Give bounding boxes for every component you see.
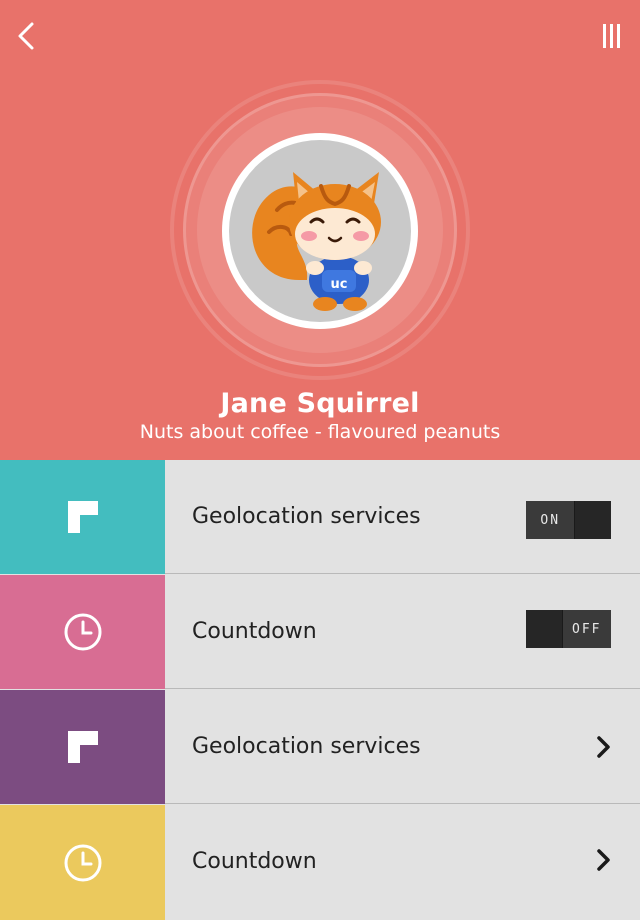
tile-countdown: [0, 805, 165, 920]
tile-countdown: [0, 575, 165, 689]
settings-row-countdown-toggle[interactable]: Countdown OFF: [0, 575, 640, 689]
clock-icon: [64, 844, 101, 881]
row-label: Countdown: [192, 619, 317, 644]
row-label: Geolocation services: [192, 504, 421, 529]
avatar[interactable]: uc: [222, 133, 418, 329]
menu-button[interactable]: [600, 22, 624, 50]
avatar-image: uc: [229, 140, 411, 322]
toggle-knob: [575, 501, 611, 539]
squirrel-mascot-icon: uc: [252, 172, 381, 311]
chevron-right-icon[interactable]: [592, 848, 616, 872]
chevron-left-icon: [18, 22, 34, 50]
toggle-knob: [526, 610, 562, 648]
chevron-right-icon[interactable]: [592, 735, 616, 759]
flag-corner-icon: [67, 731, 98, 763]
countdown-toggle[interactable]: OFF: [526, 610, 611, 648]
row-label: Countdown: [192, 849, 317, 874]
user-status: Nuts about coffee - flavoured peanuts: [139, 421, 501, 443]
tile-geolocation: [0, 460, 165, 574]
row-label: Geolocation services: [192, 734, 421, 759]
vertical-bars-icon: [603, 24, 620, 48]
svg-text:uc: uc: [331, 277, 348, 292]
flag-corner-icon: [67, 501, 98, 533]
row-divider: [165, 573, 640, 574]
tile-geolocation: [0, 690, 165, 804]
row-divider: [165, 688, 640, 689]
toggle-state-label: OFF: [562, 610, 611, 648]
geolocation-toggle[interactable]: ON: [526, 501, 611, 539]
back-button[interactable]: [8, 18, 44, 54]
settings-row-countdown-link[interactable]: Countdown: [0, 805, 640, 920]
settings-row-geolocation-link[interactable]: Geolocation services: [0, 690, 640, 804]
user-name: Jane Squirrel: [220, 388, 420, 419]
toggle-state-label: ON: [526, 501, 575, 539]
profile-header: uc Jane Squirrel Nuts about coffee - fla…: [0, 0, 640, 460]
settings-row-geolocation-toggle[interactable]: Geolocation services ON: [0, 460, 640, 574]
row-divider: [165, 803, 640, 804]
clock-icon: [64, 613, 101, 651]
